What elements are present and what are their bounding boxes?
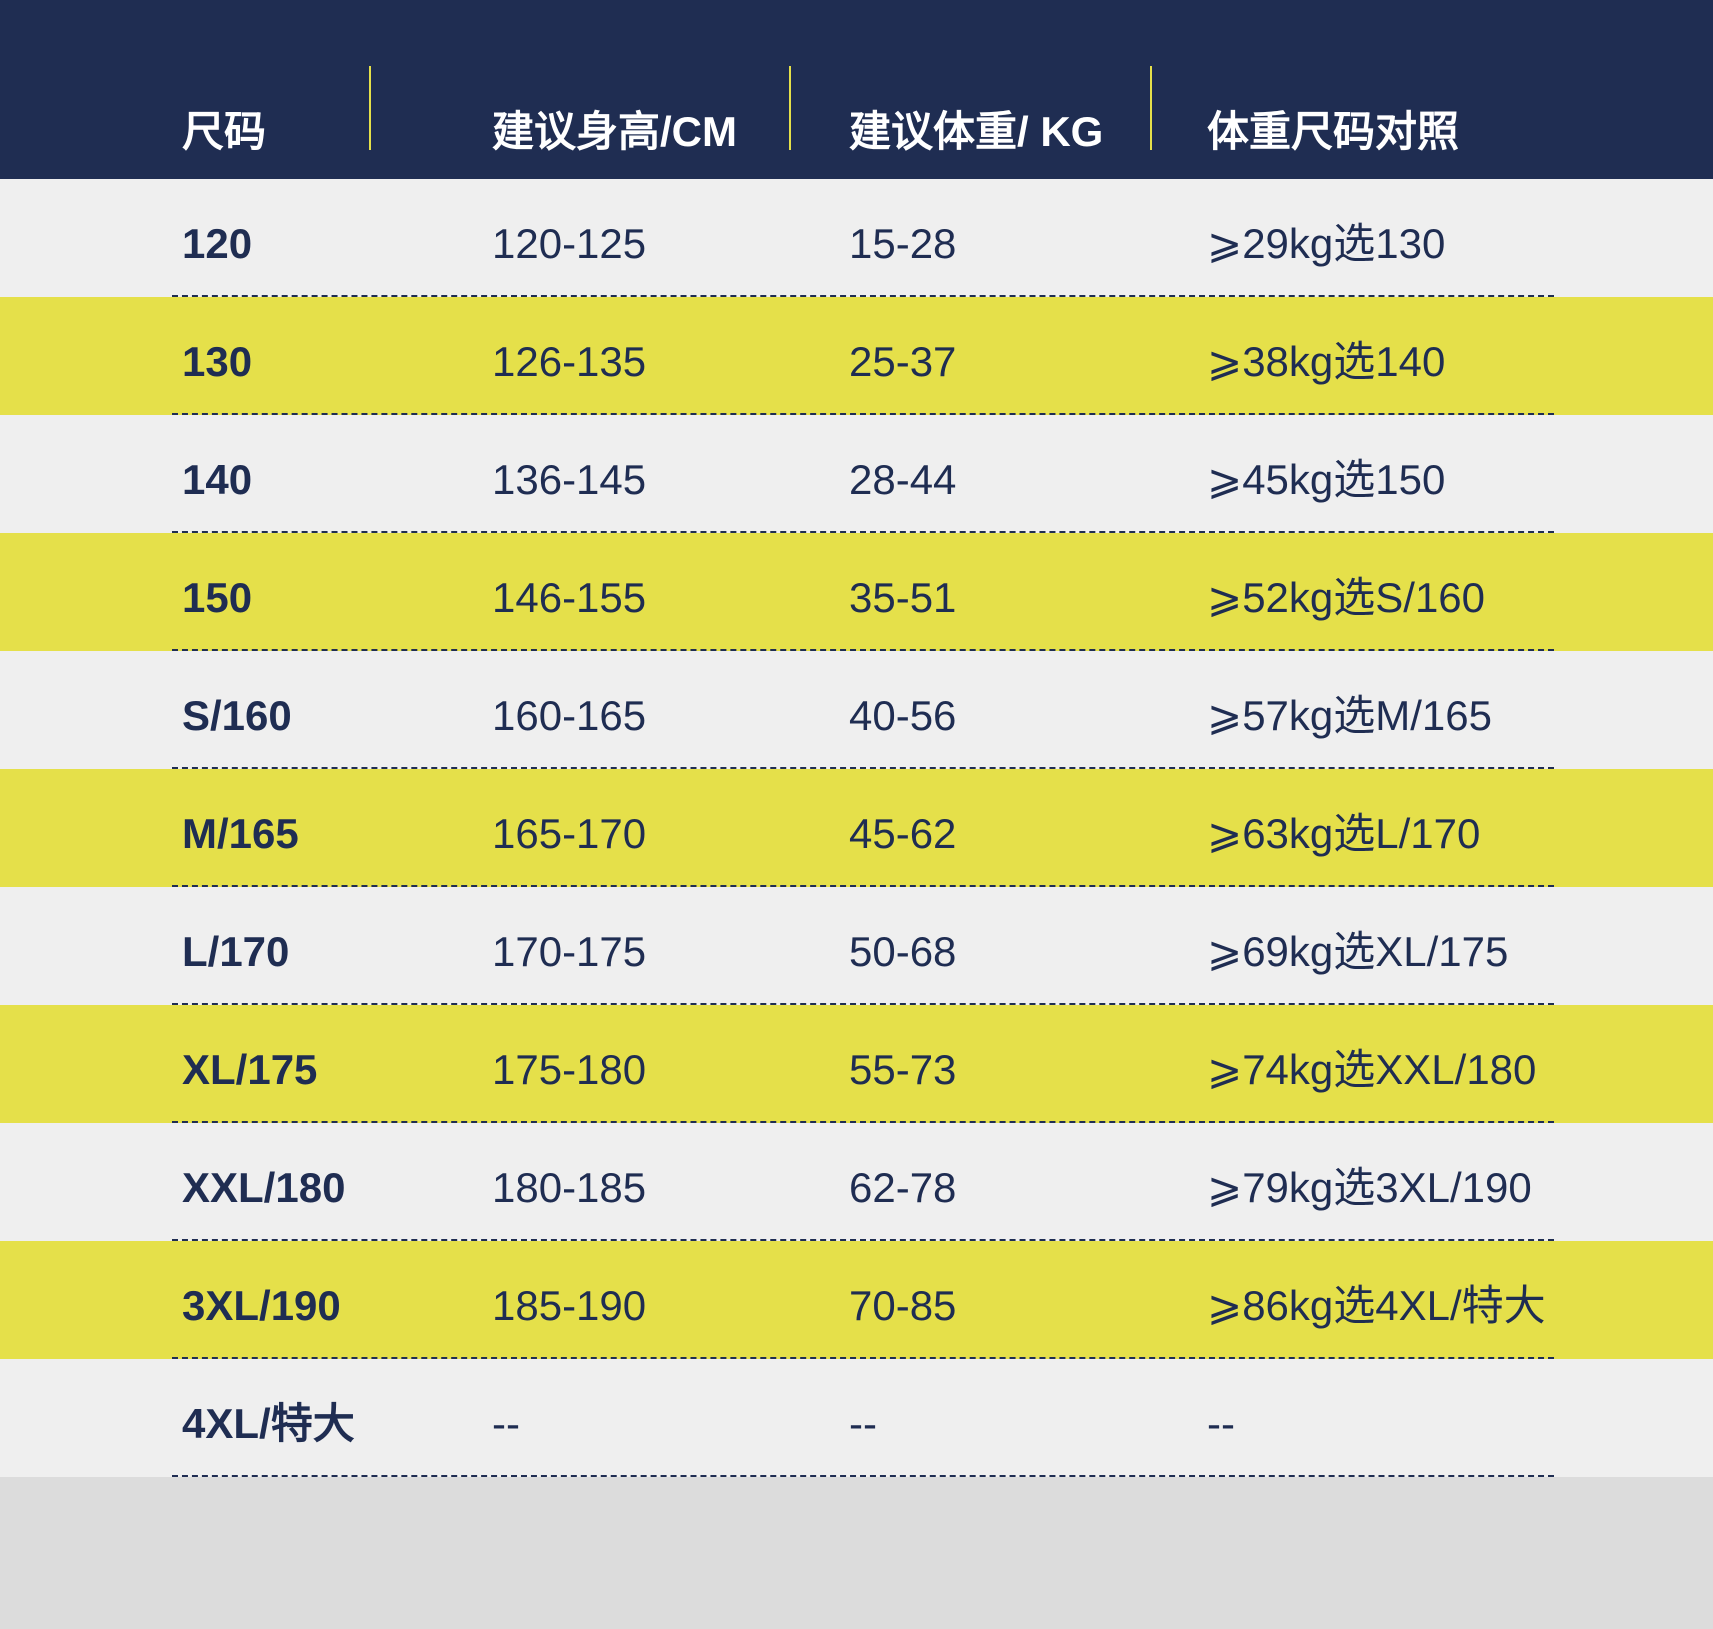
mapping-cell: ⩾38kg选140 (1207, 338, 1446, 385)
table-header: 尺码 建议身高/CM 建议体重/ KG 体重尺码对照 (0, 0, 1713, 179)
header-height: 建议身高/CM (492, 108, 737, 155)
table-row: 4XL/特大 -- -- -- (0, 1359, 1713, 1477)
row-divider (172, 1475, 1554, 1477)
height-cell: 136-145 (492, 456, 647, 503)
header-size: 尺码 (182, 108, 267, 155)
height-cell: 180-185 (492, 1164, 647, 1211)
size-cell: 4XL/特大 (182, 1400, 355, 1447)
bottom-gray-area (0, 1479, 1713, 1629)
size-cell: 3XL/190 (182, 1282, 341, 1329)
weight-cell: 55-73 (849, 1046, 957, 1093)
table-row: 130 126-135 25-37 ⩾38kg选140 (0, 297, 1713, 415)
mapping-cell: ⩾74kg选XXL/180 (1207, 1046, 1537, 1093)
weight-cell: 40-56 (849, 692, 957, 739)
size-cell: 130 (182, 338, 253, 385)
mapping-cell: ⩾86kg选4XL/特大 (1207, 1282, 1546, 1329)
height-cell: 126-135 (492, 338, 647, 385)
header-separator (1150, 66, 1152, 150)
table-row: 120 120-125 15-28 ⩾29kg选130 (0, 179, 1713, 297)
weight-cell: -- (849, 1400, 877, 1447)
size-cell: XXL/180 (182, 1164, 346, 1211)
size-cell: L/170 (182, 928, 290, 975)
size-cell: XL/175 (182, 1046, 318, 1093)
height-cell: 146-155 (492, 574, 647, 621)
table-row: 3XL/190 185-190 70-85 ⩾86kg选4XL/特大 (0, 1241, 1713, 1359)
table-row: 140 136-145 28-44 ⩾45kg选150 (0, 415, 1713, 533)
table-row: XXL/180 180-185 62-78 ⩾79kg选3XL/190 (0, 1123, 1713, 1241)
size-cell: 150 (182, 574, 253, 621)
header-mapping: 体重尺码对照 (1207, 108, 1460, 155)
height-cell: 170-175 (492, 928, 647, 975)
table-row: S/160 160-165 40-56 ⩾57kg选M/165 (0, 651, 1713, 769)
header-separator (789, 66, 791, 150)
weight-cell: 25-37 (849, 338, 957, 385)
weight-cell: 35-51 (849, 574, 957, 621)
height-cell: 175-180 (492, 1046, 647, 1093)
table-row: XL/175 175-180 55-73 ⩾74kg选XXL/180 (0, 1005, 1713, 1123)
height-cell: 160-165 (492, 692, 647, 739)
table-row: M/165 165-170 45-62 ⩾63kg选L/170 (0, 769, 1713, 887)
weight-cell: 15-28 (849, 220, 957, 267)
weight-cell: 62-78 (849, 1164, 957, 1211)
mapping-cell: ⩾69kg选XL/175 (1207, 928, 1509, 975)
weight-cell: 50-68 (849, 928, 957, 975)
weight-cell: 28-44 (849, 456, 957, 503)
weight-cell: 45-62 (849, 810, 957, 857)
size-cell: 120 (182, 220, 253, 267)
mapping-cell: ⩾29kg选130 (1207, 220, 1446, 267)
size-cell: 140 (182, 456, 253, 503)
height-cell: 185-190 (492, 1282, 647, 1329)
size-cell: S/160 (182, 692, 292, 739)
mapping-cell: ⩾63kg选L/170 (1207, 810, 1481, 857)
size-cell: M/165 (182, 810, 299, 857)
header-separator (369, 66, 371, 150)
mapping-cell: ⩾57kg选M/165 (1207, 692, 1492, 739)
mapping-cell: ⩾79kg选3XL/190 (1207, 1164, 1532, 1211)
table-row: 150 146-155 35-51 ⩾52kg选S/160 (0, 533, 1713, 651)
height-cell: 120-125 (492, 220, 647, 267)
mapping-cell: ⩾45kg选150 (1207, 456, 1446, 503)
height-cell: -- (492, 1400, 520, 1447)
size-chart-table: 尺码 建议身高/CM 建议体重/ KG 体重尺码对照 120 120-125 1… (0, 0, 1713, 1477)
mapping-cell: ⩾52kg选S/160 (1207, 574, 1486, 621)
mapping-cell: -- (1207, 1400, 1235, 1447)
header-weight: 建议体重/ KG (849, 108, 1104, 155)
weight-cell: 70-85 (849, 1282, 957, 1329)
table-row: L/170 170-175 50-68 ⩾69kg选XL/175 (0, 887, 1713, 1005)
height-cell: 165-170 (492, 810, 647, 857)
